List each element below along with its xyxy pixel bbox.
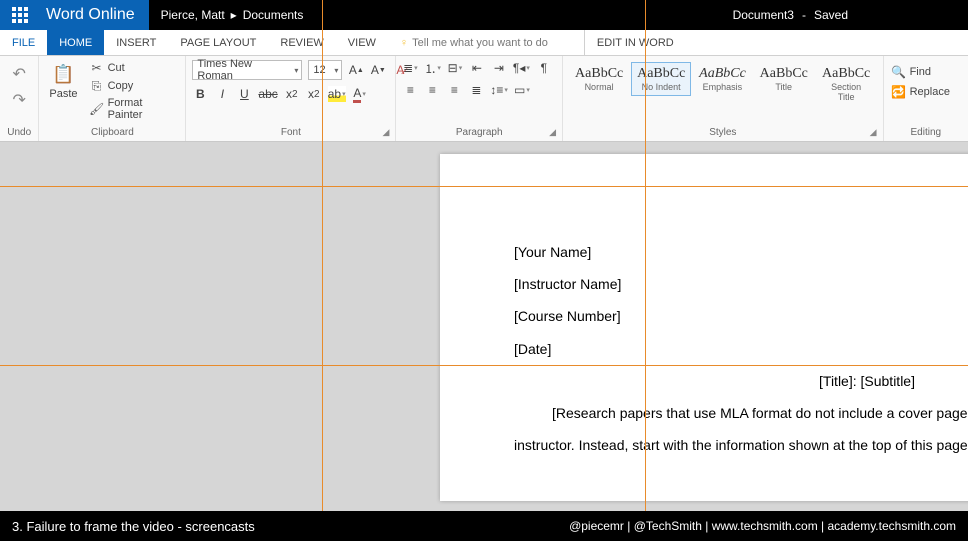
document-name[interactable]: Document3 [733, 8, 794, 22]
lightbulb-icon: ♀ [400, 37, 408, 49]
grow-font-button[interactable]: A▲ [348, 62, 364, 78]
bullets-button[interactable]: ≣ [402, 60, 418, 76]
styles-dialog-launcher[interactable]: ◢ [870, 127, 877, 138]
tab-file[interactable]: FILE [0, 30, 47, 55]
style-normal[interactable]: AaBbCcNormal [569, 62, 629, 96]
tab-page-layout[interactable]: PAGE LAYOUT [168, 30, 268, 55]
justify-button[interactable]: ≣ [468, 82, 484, 98]
tell-me-search[interactable]: ♀ Tell me what you want to do [388, 30, 560, 55]
subscript-button[interactable]: x2 [284, 86, 300, 102]
paragraph-dialog-launcher[interactable]: ◢ [549, 127, 556, 138]
copy-icon: ⎘ [90, 79, 104, 93]
strikethrough-button[interactable]: abc [258, 86, 277, 102]
breadcrumb[interactable]: Pierce, Matt ▸ Documents [149, 8, 316, 22]
paste-icon: 📋 [51, 62, 75, 86]
underline-button[interactable]: U [236, 86, 252, 102]
tell-me-placeholder: Tell me what you want to do [412, 37, 548, 49]
doc-course-line[interactable]: [Course Number] [514, 300, 968, 332]
slide-caption: 3. Failure to frame the video - screenca… [12, 519, 255, 534]
numbering-button[interactable]: ⒈ [424, 60, 441, 76]
chevron-right-icon: ▸ [231, 8, 237, 22]
shading-button[interactable]: ▭ [514, 82, 530, 98]
italic-button[interactable]: I [214, 86, 230, 102]
replace-button[interactable]: 🔁Replace [890, 84, 952, 100]
dash: - [802, 8, 806, 22]
doc-title-line[interactable]: [Title]: [Subtitle] [514, 365, 968, 397]
doc-date-line[interactable]: [Date] [514, 333, 968, 365]
align-center-button[interactable]: ≡ [424, 82, 440, 98]
cut-icon: ✂ [90, 61, 104, 75]
shrink-font-button[interactable]: A▼ [370, 62, 386, 78]
find-button[interactable]: 🔍Find [890, 64, 933, 80]
align-left-button[interactable]: ≡ [402, 82, 418, 98]
app-launcher-button[interactable] [0, 0, 40, 30]
style-no-indent[interactable]: AaBbCcNo Indent [631, 62, 691, 96]
font-size-select[interactable]: 12 [308, 60, 342, 80]
undo-button[interactable]: ↶ [13, 64, 26, 84]
style-preview: AaBbCc [822, 66, 871, 82]
group-label-undo: Undo [6, 125, 32, 141]
group-label-editing: Editing [890, 125, 962, 141]
doc-body[interactable]: [Research papers that use MLA format do … [514, 397, 968, 461]
copy-button[interactable]: ⎘Copy [88, 78, 180, 94]
format-painter-button[interactable]: 🖌Format Painter [88, 96, 180, 122]
font-family-select[interactable]: Times New Roman [192, 60, 302, 80]
font-dialog-launcher[interactable]: ◢ [382, 127, 389, 138]
find-icon: 🔍 [892, 65, 906, 79]
style-preview: AaBbCc [699, 66, 746, 82]
show-marks-button[interactable]: ¶ [536, 60, 552, 76]
tab-insert[interactable]: INSERT [104, 30, 168, 55]
style-name: Normal [575, 82, 623, 92]
style-preview: AaBbCc [637, 66, 685, 82]
increase-indent-button[interactable]: ⇥ [491, 60, 507, 76]
decrease-indent-button[interactable]: ⇤ [469, 60, 485, 76]
group-label-styles: Styles◢ [569, 125, 877, 141]
tab-view[interactable]: VIEW [336, 30, 388, 55]
group-label-clipboard: Clipboard [45, 125, 179, 141]
tab-home[interactable]: HOME [47, 30, 104, 55]
align-right-button[interactable]: ≡ [446, 82, 462, 98]
breadcrumb-location: Documents [243, 8, 304, 22]
style-title[interactable]: AaBbCcTitle [754, 62, 814, 96]
text-direction-button[interactable]: ¶◂ [513, 60, 530, 76]
app-name: Word Online [40, 0, 149, 30]
style-preview: AaBbCc [575, 66, 623, 82]
waffle-icon [12, 7, 28, 23]
save-status: Saved [814, 8, 848, 22]
edit-in-word-button[interactable]: EDIT IN WORD [584, 30, 686, 55]
group-label-font: Font◢ [192, 125, 389, 141]
superscript-button[interactable]: x2 [306, 86, 322, 102]
font-color-button[interactable]: A [352, 86, 368, 102]
style-preview: AaBbCc [760, 66, 808, 82]
multilevel-list-button[interactable]: ⊟ [447, 60, 463, 76]
cut-button[interactable]: ✂Cut [88, 60, 180, 76]
replace-icon: 🔁 [892, 85, 906, 99]
paste-button[interactable]: 📋 Paste [45, 60, 81, 102]
tab-review[interactable]: REVIEW [268, 30, 335, 55]
breadcrumb-user: Pierce, Matt [161, 8, 225, 22]
redo-button[interactable]: ↷ [13, 90, 26, 110]
style-name: Emphasis [699, 82, 746, 92]
document-canvas[interactable]: [Your Name] [Instructor Name] [Course Nu… [0, 142, 968, 511]
highlight-button[interactable]: ab [328, 86, 346, 102]
style-name: Section Title [822, 82, 871, 102]
group-label-paragraph: Paragraph◢ [402, 125, 556, 141]
style-section-title[interactable]: AaBbCcSection Title [816, 62, 877, 106]
doc-name-line[interactable]: [Your Name] [514, 236, 968, 268]
document-page[interactable]: [Your Name] [Instructor Name] [Course Nu… [440, 154, 968, 501]
line-spacing-button[interactable]: ↕≡ [490, 82, 508, 98]
doc-instructor-line[interactable]: [Instructor Name] [514, 268, 968, 300]
style-emphasis[interactable]: AaBbCcEmphasis [693, 62, 752, 96]
footer-credits: @piecemr | @TechSmith | www.techsmith.co… [569, 519, 956, 533]
bold-button[interactable]: B [192, 86, 208, 102]
format-painter-icon: 🖌 [90, 102, 104, 116]
style-name: No Indent [637, 82, 685, 92]
style-name: Title [760, 82, 808, 92]
